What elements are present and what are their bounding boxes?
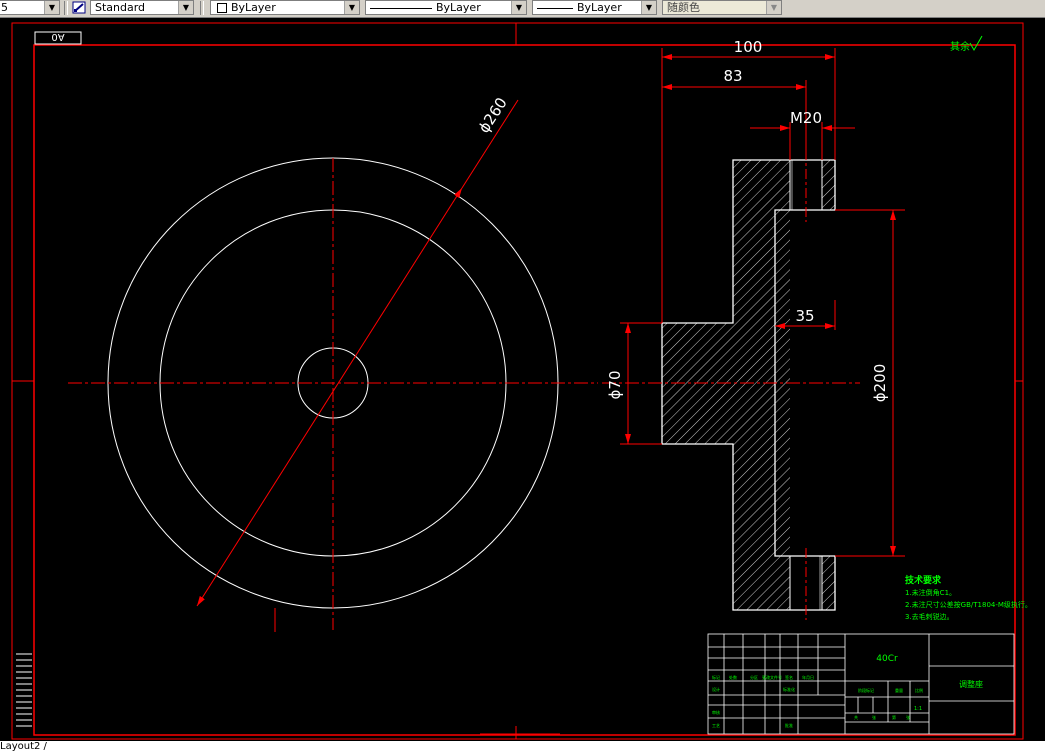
layout-tab-bar: Layout2 /	[0, 741, 1045, 753]
lineweight-preview: ByLayer	[537, 1, 622, 14]
chevron-down-icon[interactable]: ▼	[511, 1, 526, 14]
text-style-combo[interactable]: Standard ▼	[90, 0, 194, 15]
title-label: 批准	[785, 722, 793, 728]
technical-requirements: 技术要求 1.未注倒角C1。 2.未注尺寸公差按GB/T1804-M级执行。 3…	[905, 574, 1032, 621]
title-label: 工艺	[712, 723, 720, 728]
drawing-canvas[interactable]: A0 其余 ϕ260 100 83 M20 35 ϕ70 ϕ200 技术要求 1…	[0, 17, 1045, 741]
dim-inner-width-text: 83	[723, 67, 742, 85]
title-label: 分区	[750, 674, 758, 680]
roughness-symbol-icon	[969, 35, 983, 52]
sheet-inner-frame	[33, 44, 1016, 736]
linetype-preview: ByLayer	[370, 1, 481, 14]
hatch-rim-bottom	[822, 556, 835, 610]
dim-total-width-text: 100	[734, 38, 763, 56]
title-label: 第	[892, 714, 896, 720]
dim-outer-diameter-line	[196, 187, 463, 607]
lineweight-combo[interactable]: ByLayer ▼	[532, 0, 657, 15]
title-block-text: 40Cr 调整座 1:1 标记 处数 分区 更改文件号 签名 年月日 设计 标准…	[712, 654, 983, 728]
chevron-down-icon[interactable]: ▼	[766, 1, 781, 14]
text-style-value: Standard	[95, 1, 146, 14]
title-label: 处数	[729, 674, 737, 680]
tech-title: 技术要求	[905, 574, 942, 586]
title-label: 张	[872, 714, 876, 720]
title-label: 标记	[712, 674, 720, 680]
title-label: 张	[906, 714, 910, 720]
title-label: 重量	[895, 687, 903, 693]
toolbar-separator	[200, 1, 204, 15]
title-label: 更改文件号	[762, 674, 782, 680]
title-part-name: 调整座	[959, 679, 983, 689]
toolbar-separator	[64, 1, 68, 15]
properties-toolbar: 5 ▼ Standard ▼ ByLayer ▼ ByLayer ▼ ByLay…	[0, 0, 1045, 18]
layout-tab[interactable]: Layout2 /	[0, 741, 47, 753]
title-label: 签名	[785, 674, 793, 680]
title-label: 审核	[712, 709, 720, 715]
title-label: 标准化	[783, 686, 795, 692]
section-view	[602, 150, 860, 620]
dim-bore-diameter-text: ϕ200	[871, 364, 889, 403]
chevron-down-icon[interactable]: ▼	[344, 1, 359, 14]
title-material: 40Cr	[876, 654, 898, 664]
layer-value: 5	[1, 1, 8, 14]
linetype-combo[interactable]: ByLayer ▼	[365, 0, 527, 15]
lineweight-value: ByLayer	[577, 1, 622, 14]
title-label: 阶段标记	[858, 687, 874, 693]
title-scale: 1:1	[914, 706, 922, 712]
dim-outer-diameter-text: ϕ260	[475, 94, 511, 136]
front-view: ϕ260	[68, 94, 598, 632]
roughness-note: 其余	[950, 40, 970, 53]
dim-rim-width-text: 35	[795, 307, 814, 325]
color-swatch	[217, 3, 227, 13]
chevron-down-icon[interactable]: ▼	[178, 1, 193, 14]
plotstyle-combo[interactable]: 随颜色 ▼	[662, 0, 782, 15]
color-combo[interactable]: ByLayer ▼	[210, 0, 360, 15]
title-label: 比例	[915, 687, 923, 693]
dim-hub-diameter-text: ϕ70	[606, 371, 624, 400]
tech-line: 2.未注尺寸公差按GB/T1804-M级执行。	[905, 600, 1032, 609]
plotstyle-value: 随颜色	[667, 1, 700, 14]
layout-tab-label: Layout2	[0, 741, 41, 752]
side-legend	[16, 653, 32, 727]
hatch-web	[662, 160, 790, 610]
linetype-value: ByLayer	[436, 1, 481, 14]
color-value: ByLayer	[231, 1, 276, 14]
hatch-rim-top	[822, 160, 835, 210]
tech-line: 1.未注倒角C1。	[905, 588, 956, 597]
chevron-down-icon[interactable]: ▼	[44, 1, 59, 14]
chevron-down-icon[interactable]: ▼	[641, 1, 656, 14]
title-label: 共	[854, 714, 858, 720]
sheet-size-label: A0	[51, 31, 64, 42]
title-label: 年月日	[802, 674, 814, 680]
layer-combo[interactable]: 5 ▼	[0, 0, 60, 15]
dim-thread-text: M20	[790, 109, 822, 127]
tech-line: 3.去毛刺锐边。	[905, 612, 954, 621]
text-style-icon[interactable]	[72, 1, 87, 15]
title-label: 设计	[712, 686, 720, 692]
